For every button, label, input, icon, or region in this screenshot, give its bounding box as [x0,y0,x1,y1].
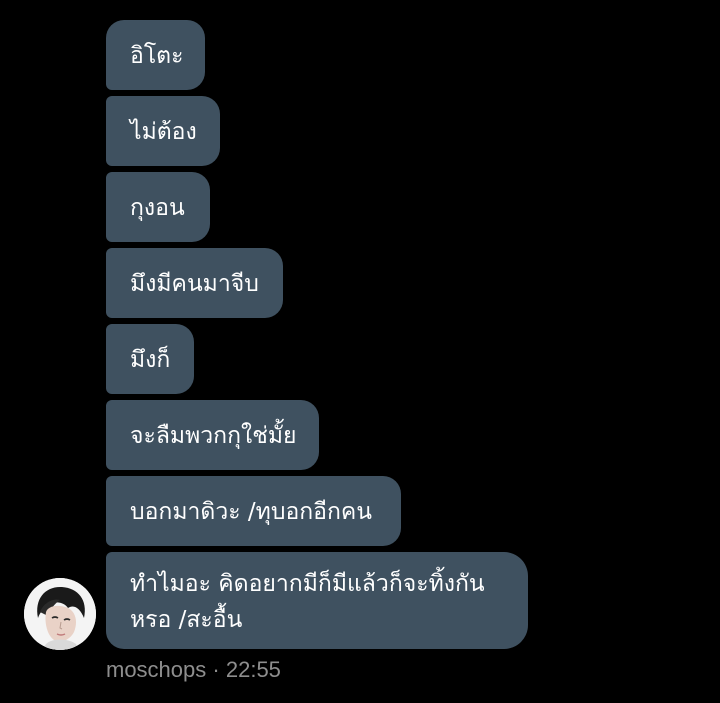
message-bubble[interactable]: ทำไมอะ คิดอยากมีก็มีแล้วก็จะทิ้งกันหรอ /… [106,552,528,649]
message-bubble[interactable]: จะลืมพวกกุใช่มั้ย [106,400,319,470]
message-text: มึงมีคนมาจีบ [130,271,259,297]
message-text: ไม่ต้อง [130,119,197,145]
message-meta: moschops · 22:55 [106,657,281,683]
message-text: บอกมาดิวะ /ทุบอกอีกคน [130,499,373,525]
message-bubble[interactable]: บอกมาดิวะ /ทุบอกอีกคน [106,476,401,546]
message-bubble[interactable]: อิโตะ [106,20,205,90]
message-text: กุงอน [130,195,185,221]
sender-name: moschops [106,657,207,682]
message-text: จะลืมพวกกุใช่มั้ย [130,423,297,449]
meta-separator: · [212,657,220,682]
message-bubble[interactable]: กุงอน [106,172,210,242]
message-text: มึงก็ [130,347,171,373]
avatar-photo-icon[interactable] [24,578,96,650]
message-text: อิโตะ [130,43,184,69]
message-bubble[interactable]: ไม่ต้อง [106,96,220,166]
message-bubble[interactable]: มึงมีคนมาจีบ [106,248,283,318]
message-text: ทำไมอะ คิดอยากมีก็มีแล้วก็จะทิ้งกันหรอ /… [130,571,485,633]
message-bubble[interactable]: มึงก็ [106,324,194,394]
message-time: 22:55 [225,657,281,682]
